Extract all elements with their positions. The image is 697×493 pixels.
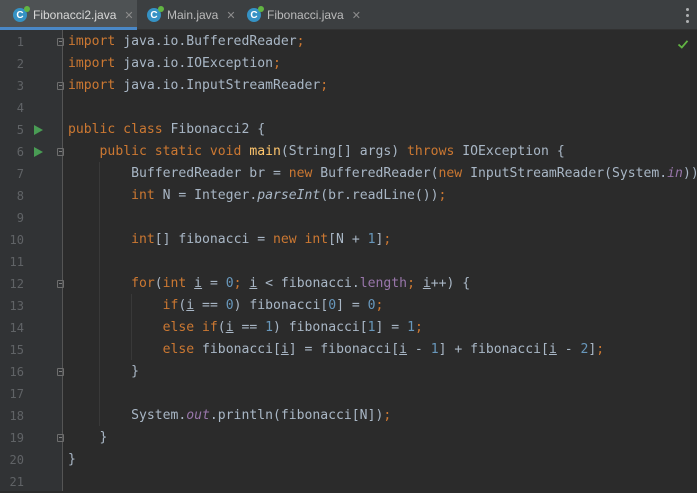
editor-tab-bar: C Fibonacci2.java ✕ C Main.java ✕ C Fibo…	[0, 0, 697, 30]
tab-label: Fibonacci2.java	[33, 8, 117, 22]
code-line: 6 public static void main(String[] args)…	[0, 141, 697, 163]
line-number: 6	[16, 145, 24, 159]
tab-fibonacci[interactable]: C Fibonacci.java ✕	[237, 0, 377, 30]
more-options-icon[interactable]	[683, 5, 691, 25]
code-line: 17	[0, 383, 697, 405]
line-number: 21	[9, 475, 24, 489]
line-number: 17	[9, 387, 24, 401]
tab-fibonacci2[interactable]: C Fibonacci2.java ✕	[0, 0, 137, 30]
line-number: 1	[16, 35, 24, 49]
fold-icon[interactable]	[57, 38, 64, 46]
tab-label: Main.java	[167, 8, 219, 22]
code-text: }	[68, 364, 139, 379]
line-number: 2	[16, 57, 24, 71]
line-number: 4	[16, 101, 24, 115]
code-text: for(int i = 0; i < fibonacci.length; i++…	[131, 276, 471, 291]
code-line: 20 }	[0, 449, 697, 471]
code-text: import java.io.BufferedReader;	[68, 34, 305, 49]
code-line: 8 int N = Integer.parseInt(br.readLine()…	[0, 185, 697, 207]
line-number: 7	[16, 167, 24, 181]
java-class-icon: C	[13, 6, 30, 22]
fold-icon[interactable]	[57, 280, 64, 288]
code-text: import java.io.InputStreamReader;	[68, 78, 329, 93]
code-text: BufferedReader br = new BufferedReader(n…	[68, 166, 697, 181]
code-line: 21	[0, 471, 697, 493]
code-line: 9	[0, 207, 697, 229]
code-text: if(i == 0) fibonacci[0] = 0;	[162, 298, 384, 313]
line-number: 5	[16, 123, 24, 137]
close-icon[interactable]: ✕	[352, 9, 361, 22]
code-line: 16 }	[0, 361, 697, 383]
code-text: System.out.println(fibonacci[N]);	[68, 408, 392, 423]
run-icon[interactable]	[34, 125, 43, 135]
run-icon[interactable]	[34, 147, 43, 157]
line-number: 11	[9, 255, 24, 269]
line-number: 9	[16, 211, 24, 225]
line-number: 3	[16, 79, 24, 93]
tab-main[interactable]: C Main.java ✕	[137, 0, 237, 30]
line-number: 15	[9, 343, 24, 357]
code-text: else if(i == 1) fibonacci[1] = 1;	[162, 320, 423, 335]
fold-icon[interactable]	[57, 82, 64, 90]
code-text: int N = Integer.parseInt(br.readLine());	[131, 188, 447, 203]
code-line: 18 System.out.println(fibonacci[N]);	[0, 405, 697, 427]
line-number: 20	[9, 453, 24, 467]
line-number: 19	[9, 431, 24, 445]
line-number: 12	[9, 277, 24, 291]
code-line: 5 public class Fibonacci2 {	[0, 119, 697, 141]
code-line: 3 import java.io.InputStreamReader;	[0, 75, 697, 97]
code-text: public class Fibonacci2 {	[68, 122, 266, 137]
tab-label: Fibonacci.java	[267, 8, 344, 22]
line-number: 14	[9, 321, 24, 335]
line-number: 16	[9, 365, 24, 379]
close-icon[interactable]: ✕	[226, 9, 235, 22]
line-number: 8	[16, 189, 24, 203]
code-text: }	[68, 430, 108, 445]
code-line: 19 }	[0, 427, 697, 449]
line-number: 10	[9, 233, 24, 247]
code-line: 2 import java.io.IOException;	[0, 53, 697, 75]
code-line: 14 else if(i == 1) fibonacci[1] = 1;	[0, 317, 697, 339]
code-text: public static void main(String[] args) t…	[99, 144, 565, 159]
fold-icon[interactable]	[57, 368, 64, 376]
code-line: 15 else fibonacci[i] = fibonacci[i - 1] …	[0, 339, 697, 361]
java-class-icon: C	[247, 6, 264, 22]
code-line: 1 import java.io.BufferedReader;	[0, 31, 697, 53]
fold-icon[interactable]	[57, 434, 64, 442]
java-class-icon: C	[147, 6, 164, 22]
code-line: 7 BufferedReader br = new BufferedReader…	[0, 163, 697, 185]
code-text: int[] fibonacci = new int[N + 1];	[131, 232, 392, 247]
code-line: 12 for(int i = 0; i < fibonacci.length; …	[0, 273, 697, 295]
code-line: 4	[0, 97, 697, 119]
code-line: 10 int[] fibonacci = new int[N + 1];	[0, 229, 697, 251]
line-number: 13	[9, 299, 24, 313]
line-number: 18	[9, 409, 24, 423]
close-icon[interactable]: ✕	[124, 9, 133, 22]
code-text: import java.io.IOException;	[68, 56, 281, 71]
code-line: 11	[0, 251, 697, 273]
code-text: }	[68, 452, 76, 467]
code-text: else fibonacci[i] = fibonacci[i - 1] + f…	[162, 342, 605, 357]
fold-icon[interactable]	[57, 148, 64, 156]
code-line: 13 if(i == 0) fibonacci[0] = 0;	[0, 295, 697, 317]
